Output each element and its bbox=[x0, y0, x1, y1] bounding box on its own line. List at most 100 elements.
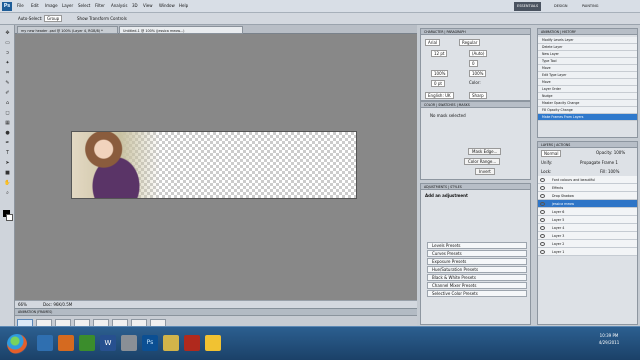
propagate-checkbox[interactable]: Propagate Frame 1 bbox=[580, 160, 618, 165]
move-tool-icon[interactable]: ✥ bbox=[3, 30, 12, 37]
opacity-field[interactable]: Opacity: 100% bbox=[596, 150, 625, 155]
menu-edit[interactable]: Edit bbox=[31, 3, 39, 8]
eyedropper-tool-icon[interactable]: ✎ bbox=[3, 80, 12, 87]
color-range-button[interactable]: Color Range... bbox=[464, 158, 501, 165]
layer-row[interactable]: Layer 5 bbox=[538, 216, 637, 224]
tracking-field[interactable]: 0 bbox=[469, 60, 478, 67]
layer-row[interactable]: Font colours and beautiful bbox=[538, 176, 637, 184]
vertical-scale-field[interactable]: 100% bbox=[431, 70, 449, 77]
layer-row[interactable]: Layer 4 bbox=[538, 224, 637, 232]
eye-icon[interactable] bbox=[540, 226, 545, 230]
history-item[interactable]: Type Tool bbox=[538, 58, 637, 65]
zoom-tool-icon[interactable]: ⌕ bbox=[3, 190, 12, 197]
history-item[interactable]: Nudge bbox=[538, 93, 637, 100]
start-button-icon[interactable] bbox=[7, 334, 27, 354]
horizontal-scale-field[interactable]: 100% bbox=[469, 70, 487, 77]
menu-view[interactable]: View bbox=[143, 3, 153, 8]
app-icon[interactable] bbox=[184, 335, 200, 351]
layer-row-selected[interactable]: jessica meow bbox=[538, 200, 637, 208]
history-item[interactable]: Layer Order bbox=[538, 86, 637, 93]
baseline-field[interactable]: 0 pt bbox=[431, 80, 445, 87]
marquee-tool-icon[interactable]: ▭ bbox=[3, 40, 12, 47]
layer-effect-row[interactable]: Drop Shadow bbox=[538, 192, 637, 200]
magic-wand-icon[interactable]: ✦ bbox=[3, 60, 12, 67]
transform-controls-label[interactable]: Show Transform Controls bbox=[77, 16, 127, 21]
eye-icon[interactable] bbox=[540, 186, 545, 190]
layer-row[interactable]: Layer 6 bbox=[538, 208, 637, 216]
layer-row[interactable]: Layer 2 bbox=[538, 240, 637, 248]
workspace-design[interactable]: DESIGN bbox=[551, 2, 571, 11]
preset-row[interactable]: Hue/Saturation Presets bbox=[427, 266, 527, 273]
history-item[interactable]: Modify Levels Layer bbox=[538, 37, 637, 44]
clone-stamp-icon[interactable]: ⌂ bbox=[3, 100, 12, 107]
menu-select[interactable]: Select bbox=[78, 3, 90, 8]
mask-edge-button[interactable]: Mask Edge... bbox=[468, 148, 502, 155]
pen-tool-icon[interactable]: ✒ bbox=[3, 140, 12, 147]
hand-tool-icon[interactable]: ✋ bbox=[3, 180, 12, 187]
firefox-icon[interactable] bbox=[58, 335, 74, 351]
history-item[interactable]: Master Opacity Change bbox=[538, 100, 637, 107]
preset-row[interactable]: Exposure Presets bbox=[427, 258, 527, 265]
eye-icon[interactable] bbox=[540, 234, 545, 238]
history-item[interactable]: New Layer bbox=[538, 51, 637, 58]
eye-icon[interactable] bbox=[540, 210, 545, 214]
gradient-tool-icon[interactable]: ▦ bbox=[3, 120, 12, 127]
font-style-select[interactable]: Regular bbox=[459, 39, 481, 46]
workspace-painting[interactable]: PAINTING bbox=[579, 2, 601, 11]
font-size-field[interactable]: 12 pt bbox=[431, 50, 448, 57]
background-color-swatch[interactable] bbox=[6, 214, 13, 221]
history-item[interactable]: Edit Type Layer bbox=[538, 72, 637, 79]
dodge-tool-icon[interactable]: ● bbox=[3, 130, 12, 137]
app-icon[interactable] bbox=[205, 335, 221, 351]
word-icon[interactable]: W bbox=[100, 335, 116, 351]
eraser-tool-icon[interactable]: ◻ bbox=[3, 110, 12, 117]
path-selection-icon[interactable]: ➤ bbox=[3, 160, 12, 167]
layer-row[interactable]: Layer 3 bbox=[538, 232, 637, 240]
font-family-select[interactable]: Arial bbox=[425, 39, 441, 46]
eye-icon[interactable] bbox=[540, 178, 545, 182]
menu-window[interactable]: Window bbox=[159, 3, 175, 8]
eye-icon[interactable] bbox=[540, 242, 545, 246]
menu-layer[interactable]: Layer bbox=[62, 3, 73, 8]
fill-field[interactable]: Fill: 100% bbox=[600, 169, 619, 174]
brush-tool-icon[interactable]: ✐ bbox=[3, 90, 12, 97]
workspace-essentials[interactable]: ESSENTIALS bbox=[514, 2, 542, 11]
media-player-icon[interactable] bbox=[79, 335, 95, 351]
zoom-level[interactable]: 66% bbox=[18, 302, 27, 307]
invert-button[interactable]: Invert bbox=[475, 168, 495, 175]
text-tool-icon[interactable]: T bbox=[3, 150, 12, 157]
eye-icon[interactable] bbox=[540, 194, 545, 198]
eye-icon[interactable] bbox=[540, 202, 545, 206]
folder-icon[interactable] bbox=[163, 335, 179, 351]
history-item[interactable]: Move bbox=[538, 65, 637, 72]
lasso-tool-icon[interactable]: ↄ bbox=[3, 50, 12, 57]
antialias-select[interactable]: Sharp bbox=[469, 92, 487, 99]
preset-row[interactable]: Channel Mixer Presets bbox=[427, 282, 527, 289]
blend-mode-select[interactable]: Normal bbox=[541, 150, 562, 157]
language-select[interactable]: English: UK bbox=[425, 92, 454, 99]
menu-help[interactable]: Help bbox=[179, 3, 188, 8]
menu-3d[interactable]: 3D bbox=[132, 3, 138, 8]
menu-image[interactable]: Image bbox=[45, 3, 58, 8]
history-item[interactable]: Fill Opacity Change bbox=[538, 107, 637, 114]
history-item[interactable]: Delete Layer bbox=[538, 44, 637, 51]
menu-filter[interactable]: Filter bbox=[95, 3, 105, 8]
leading-field[interactable]: (Auto) bbox=[469, 50, 488, 57]
menu-analysis[interactable]: Analysis bbox=[111, 3, 127, 8]
system-clock[interactable]: 10:39 PM 4/29/2011 bbox=[587, 332, 631, 352]
eye-icon[interactable] bbox=[540, 218, 545, 222]
history-item-selected[interactable]: Make Frames From Layers bbox=[538, 114, 637, 121]
eye-icon[interactable] bbox=[540, 250, 545, 254]
preset-row[interactable]: Levels Presets bbox=[427, 242, 527, 249]
tab-untitled[interactable]: Untitled-1 @ 100% (jessica meow...) bbox=[119, 26, 243, 34]
shape-tool-icon[interactable]: ■ bbox=[3, 170, 12, 177]
explorer-icon[interactable] bbox=[121, 335, 137, 351]
ie-icon[interactable] bbox=[37, 335, 53, 351]
layer-effects-row[interactable]: Effects bbox=[538, 184, 637, 192]
crop-tool-icon[interactable]: ⌗ bbox=[3, 70, 12, 77]
preset-row[interactable]: Black & White Presets bbox=[427, 274, 527, 281]
preset-row[interactable]: Curves Presets bbox=[427, 250, 527, 257]
preset-row[interactable]: Selective Color Presets bbox=[427, 290, 527, 297]
group-select[interactable]: Group bbox=[44, 15, 63, 22]
menu-file[interactable]: File bbox=[17, 3, 24, 8]
